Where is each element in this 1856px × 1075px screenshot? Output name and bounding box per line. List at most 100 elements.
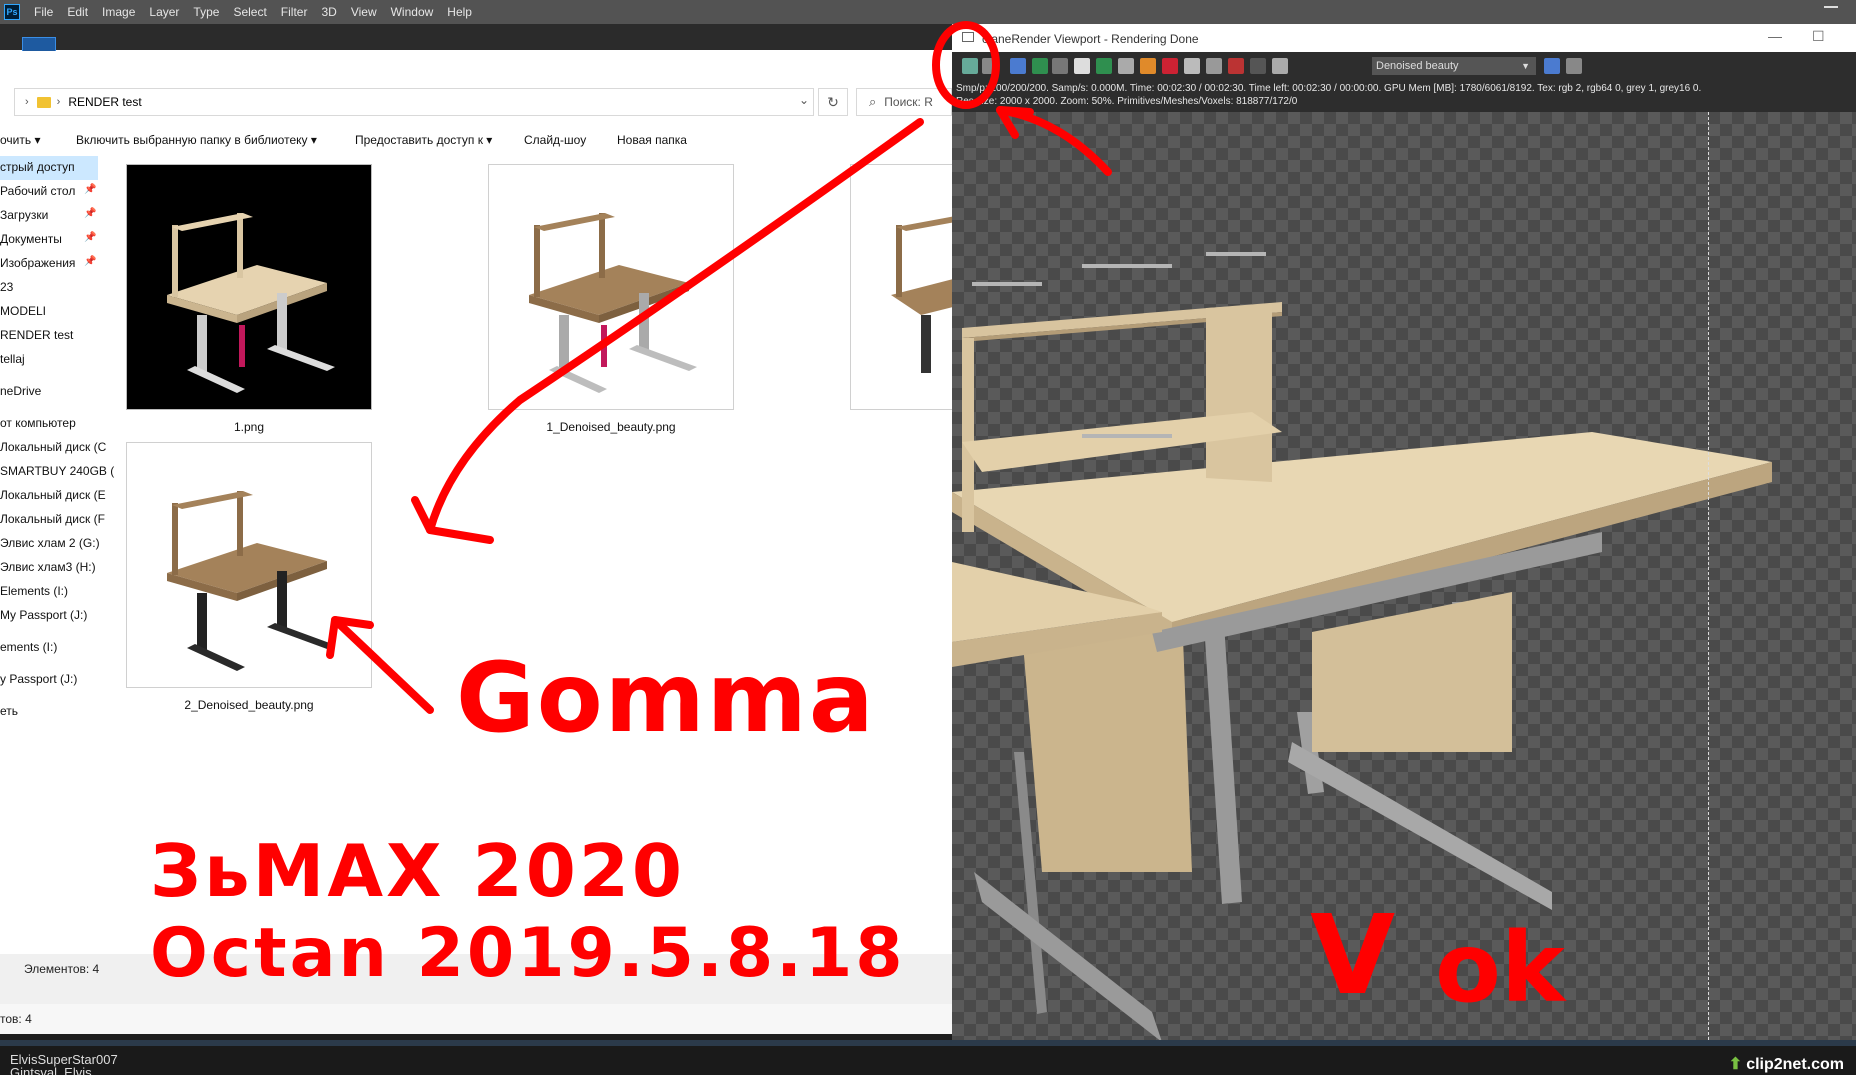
display-icon[interactable] (1184, 58, 1200, 74)
nav-folder-23[interactable]: 23 (0, 280, 13, 294)
refresh-icon[interactable] (1096, 58, 1112, 74)
nav-drive-j[interactable]: My Passport (J:) (0, 608, 87, 622)
octane-titlebar: ctaneRender Viewport - Rendering Done — … (952, 24, 1856, 52)
pin-icon: 📌 (84, 208, 97, 219)
explorer-tab[interactable] (22, 37, 56, 51)
upload-arrow-icon: ⬆ (1728, 1056, 1743, 1073)
nav-folder-render-test[interactable]: RENDER test (0, 328, 73, 342)
material-icon[interactable] (1228, 58, 1244, 74)
menu-edit[interactable]: Edit (67, 5, 88, 19)
nav-drive-c[interactable]: Локальный диск (C (0, 440, 106, 454)
nav-folder-tellaj[interactable]: tellaj (0, 352, 25, 366)
pick-focus-icon[interactable] (1118, 58, 1134, 74)
file-thumbnail[interactable] (126, 164, 372, 410)
explorer-titlebar (0, 24, 952, 50)
menu-layer[interactable]: Layer (149, 5, 179, 19)
menu-window[interactable]: Window (391, 5, 434, 19)
desk-render-image (127, 165, 371, 409)
clip2net-brand: ⬆ clip2net.com (1728, 1056, 1844, 1073)
gear-icon[interactable] (1272, 58, 1288, 74)
file-name[interactable]: 1_Denoised_beauty.png (488, 420, 734, 434)
nav-drive-smartbuy[interactable]: SMARTBUY 240GB ( (0, 464, 114, 478)
render-stats-line-2: Res size: 2000 x 2000. Zoom: 50%. Primit… (956, 96, 1298, 107)
restart-icon[interactable] (1032, 58, 1048, 74)
command-burn[interactable]: очить ▾ (0, 133, 40, 147)
nav-downloads[interactable]: Загрузки (0, 208, 48, 222)
nav-network[interactable]: еть (0, 704, 18, 718)
color-picker-icon[interactable] (1140, 58, 1156, 74)
nav-drive-e[interactable]: Локальный диск (E (0, 488, 106, 502)
render-canvas[interactable] (952, 112, 1856, 1040)
menu-file[interactable]: File (34, 5, 53, 19)
file-thumbnail[interactable] (126, 442, 372, 688)
chevron-right-icon: › (25, 96, 29, 108)
file-thumbnail[interactable] (488, 164, 734, 410)
nav-desktop[interactable]: Рабочий стол (0, 184, 75, 198)
desk-render-image (167, 491, 335, 671)
menu-view[interactable]: View (351, 5, 377, 19)
menu-3d[interactable]: 3D (321, 5, 336, 19)
search-input[interactable]: ⌕ Поиск: R (856, 88, 952, 116)
command-slideshow[interactable]: Слайд-шоу (524, 133, 586, 147)
menu-help[interactable]: Help (447, 5, 472, 19)
menu-filter[interactable]: Filter (281, 5, 308, 19)
nav-this-pc[interactable]: от компьютер (0, 416, 76, 430)
command-include-library[interactable]: Включить выбранную папку в библиотеку ▾ (76, 133, 317, 147)
environment-icon[interactable] (1250, 58, 1266, 74)
region-render-icon[interactable] (1010, 58, 1026, 74)
file-thumbnail-partial[interactable] (850, 164, 961, 410)
folder-icon (36, 96, 51, 108)
pause-icon[interactable] (1074, 58, 1090, 74)
command-new-folder[interactable]: Новая папка (617, 133, 687, 147)
expand-icon[interactable] (1566, 58, 1582, 74)
photoshop-logo-icon: Ps (4, 4, 20, 20)
nav-elements[interactable]: ements (I:) (0, 640, 57, 654)
path-segment[interactable]: RENDER test (68, 95, 141, 109)
nav-drive-f[interactable]: Локальный диск (F (0, 512, 105, 526)
pin-icon: 📌 (84, 256, 97, 267)
desk-render-image (529, 213, 697, 393)
annotation-ok: ok (1435, 912, 1565, 1024)
file-name[interactable]: 1.png (126, 420, 372, 434)
nav-documents[interactable]: Документы (0, 232, 62, 246)
nav-drive-g[interactable]: Элвис хлам 2 (G:) (0, 536, 100, 550)
menu-select[interactable]: Select (233, 5, 266, 19)
maximize-button[interactable]: ☐ (1812, 28, 1825, 45)
nav-folder-modeli[interactable]: MODELI (0, 304, 46, 318)
screen: Ps File Edit Image Layer Type Select Fil… (0, 0, 1856, 1075)
menu-image[interactable]: Image (102, 5, 135, 19)
navigation-pane: стрый доступ Рабочий стол 📌 Загрузки 📌 Д… (0, 156, 114, 924)
octane-viewport-window: ctaneRender Viewport - Rendering Done — … (952, 24, 1856, 1040)
nav-drive-i[interactable]: Elements (I:) (0, 584, 68, 598)
clear-icon[interactable] (982, 58, 998, 74)
nav-drive-h[interactable]: Элвис хлам3 (H:) (0, 560, 96, 574)
render-pass-select[interactable]: Denoised beauty ▼ (1372, 57, 1536, 75)
stop-icon[interactable] (1162, 58, 1178, 74)
menu-type[interactable]: Type (193, 5, 219, 19)
nav-onedrive[interactable]: neDrive (0, 384, 41, 398)
refresh-button[interactable]: ↻ (818, 88, 848, 116)
item-count: Элементов: 4 (24, 962, 100, 976)
address-bar[interactable]: › › RENDER test ⌄ (14, 88, 814, 116)
settings-icon[interactable] (1206, 58, 1222, 74)
nav-passport[interactable]: y Passport (J:) (0, 672, 77, 686)
item-count-bottom: тов: 4 (0, 1012, 32, 1026)
send-scene-icon[interactable] (962, 58, 978, 74)
render-region-divider (1708, 112, 1709, 1040)
search-placeholder: Поиск: R (884, 95, 933, 109)
user-full-name: Gintsval, Elvis (10, 1065, 92, 1075)
lock-icon[interactable] (1052, 58, 1068, 74)
list-icon[interactable] (1544, 58, 1560, 74)
menu: File Edit Image Layer Type Select Filter… (34, 5, 486, 19)
minimize-icon[interactable] (1824, 6, 1838, 8)
minimize-button[interactable]: — (1768, 28, 1782, 44)
pin-icon: 📌 (84, 232, 97, 243)
desk-render-image (952, 252, 1772, 1040)
nav-pictures[interactable]: Изображения (0, 256, 75, 270)
chevron-down-icon[interactable]: ⌄ (799, 93, 809, 107)
command-bar: очить ▾ Включить выбранную папку в библи… (0, 122, 952, 156)
pin-icon: 📌 (84, 184, 97, 195)
file-name[interactable]: 2_Denoised_beauty.png (126, 698, 372, 712)
nav-quick-access[interactable]: стрый доступ (0, 160, 75, 174)
command-share[interactable]: Предоставить доступ к ▾ (355, 133, 492, 147)
